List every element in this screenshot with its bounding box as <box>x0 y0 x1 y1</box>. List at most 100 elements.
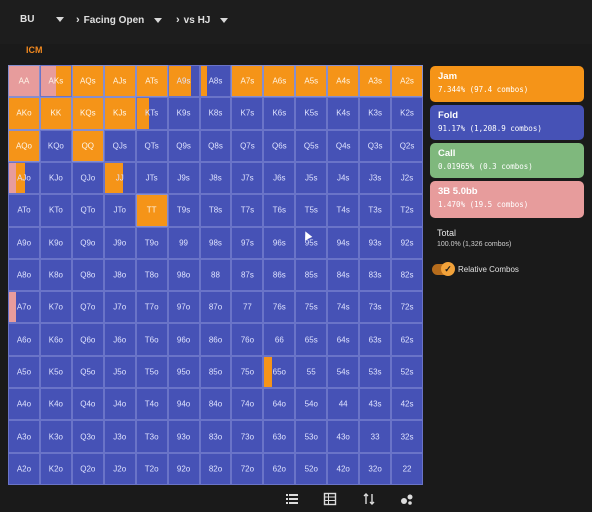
hand-cell[interactable]: A8s <box>199 65 232 98</box>
hand-cell[interactable]: K3s <box>359 97 392 130</box>
hand-cell[interactable]: Q6o <box>71 323 104 356</box>
hand-cell[interactable]: 72s <box>391 291 423 324</box>
hand-cell[interactable]: J3s <box>359 161 392 195</box>
hand-cell[interactable]: 75o <box>231 355 264 389</box>
hand-cell[interactable]: Q9o <box>71 226 104 259</box>
hand-cell[interactable]: 52s <box>391 355 423 389</box>
hand-cell[interactable]: 65o <box>263 355 296 389</box>
vs-dropdown[interactable]: › vs HJ <box>176 14 229 26</box>
hand-cell[interactable]: AA <box>8 65 40 98</box>
hand-cell[interactable]: 73s <box>359 291 392 324</box>
hand-cell[interactable]: K4o <box>39 388 72 421</box>
hand-cell[interactable]: AJs <box>103 65 136 98</box>
hand-cell[interactable]: QTs <box>135 129 168 162</box>
hand-cell[interactable]: 95s <box>295 226 328 259</box>
hand-cell[interactable]: ATs <box>135 65 168 98</box>
hand-cell[interactable]: Q9s <box>167 129 200 162</box>
hand-cell[interactable]: J2s <box>391 161 423 195</box>
hand-cell[interactable]: J7o <box>103 291 136 324</box>
hand-cell[interactable]: T7o <box>135 291 168 324</box>
hand-cell[interactable]: 66 <box>263 323 296 356</box>
hand-cell[interactable]: 95o <box>167 355 200 389</box>
hand-cell[interactable]: 74o <box>231 388 264 421</box>
hand-cell[interactable]: A6s <box>263 65 296 98</box>
hand-cell[interactable]: J4o <box>103 388 136 421</box>
hand-cell[interactable]: 83o <box>199 420 232 453</box>
hand-cell[interactable]: 84o <box>199 388 232 421</box>
hand-cell[interactable]: QQ <box>71 129 104 162</box>
hand-cell[interactable]: T2s <box>391 194 423 227</box>
hand-cell[interactable]: J5o <box>103 355 136 389</box>
hand-cell[interactable]: T3s <box>359 194 392 227</box>
legend-fold[interactable]: Fold 91.17% (1,208.9 combos) <box>430 105 584 140</box>
legend-call[interactable]: Call 0.01965% (0.3 combos) <box>430 143 584 178</box>
hand-cell[interactable]: A4s <box>327 65 360 98</box>
hand-cell[interactable]: KJo <box>39 161 72 195</box>
hand-cell[interactable]: KK <box>39 97 72 130</box>
hand-cell[interactable]: 63o <box>263 420 296 453</box>
hand-cell[interactable]: 72o <box>231 452 264 485</box>
hand-cell[interactable]: 98s <box>199 226 232 259</box>
hand-cell[interactable]: 97s <box>231 226 264 259</box>
hand-cell[interactable]: K5s <box>295 97 328 130</box>
hand-cell[interactable]: 54o <box>295 388 328 421</box>
hand-cell[interactable]: 86s <box>263 258 296 292</box>
hand-cell[interactable]: T4o <box>135 388 168 421</box>
hand-cell[interactable]: 43o <box>327 420 360 453</box>
hand-cell[interactable]: 85o <box>199 355 232 389</box>
action-dropdown[interactable]: › Facing Open <box>76 14 163 26</box>
hand-cell[interactable]: Q4s <box>327 129 360 162</box>
hand-cell[interactable]: 93o <box>167 420 200 453</box>
hand-cell[interactable]: 92o <box>167 452 200 485</box>
hand-cell[interactable]: 62s <box>391 323 423 356</box>
hand-cell[interactable]: J2o <box>103 452 136 485</box>
hand-cell[interactable]: J3o <box>103 420 136 453</box>
hand-cell[interactable]: 73o <box>231 420 264 453</box>
hand-cell[interactable]: K6o <box>39 323 72 356</box>
hand-cell[interactable]: 22 <box>391 452 423 485</box>
hand-cell[interactable]: A6o <box>8 323 40 356</box>
hand-cell[interactable]: T5s <box>295 194 328 227</box>
hand-cell[interactable]: 77 <box>231 291 264 324</box>
hand-cell[interactable]: 83s <box>359 258 392 292</box>
hand-cell[interactable]: 87s <box>231 258 264 292</box>
hand-cell[interactable]: Q8o <box>71 258 104 292</box>
hand-cell[interactable]: K4s <box>327 97 360 130</box>
hand-cell[interactable]: 76o <box>231 323 264 356</box>
hand-cell[interactable]: 42o <box>327 452 360 485</box>
hand-cell[interactable]: A7s <box>231 65 264 98</box>
hand-cell[interactable]: Q7s <box>231 129 264 162</box>
hand-cell[interactable]: T6s <box>263 194 296 227</box>
hand-cell[interactable]: JTs <box>135 161 168 195</box>
hand-cell[interactable]: AQo <box>8 129 40 162</box>
hand-cell[interactable]: TT <box>135 194 168 227</box>
hand-cell[interactable]: K8s <box>199 97 232 130</box>
hand-cell[interactable]: Q8s <box>199 129 232 162</box>
hand-cell[interactable]: 32s <box>391 420 423 453</box>
hand-cell[interactable]: 44 <box>327 388 360 421</box>
hand-cell[interactable]: 33 <box>359 420 392 453</box>
hand-cell[interactable]: A3o <box>8 420 40 453</box>
hand-cell[interactable]: 53o <box>295 420 328 453</box>
hand-cell[interactable]: 94o <box>167 388 200 421</box>
hand-cell[interactable]: 88 <box>199 258 232 292</box>
sort-icon[interactable] <box>362 492 376 506</box>
legend-jam[interactable]: Jam 7.344% (97.4 combos) <box>430 66 584 102</box>
hand-cell[interactable]: A4o <box>8 388 40 421</box>
hand-cell[interactable]: A3s <box>359 65 392 98</box>
hand-cell[interactable]: 62o <box>263 452 296 485</box>
hand-cell[interactable]: A8o <box>8 258 40 292</box>
hand-cell[interactable]: K8o <box>39 258 72 292</box>
hand-cell[interactable]: 74s <box>327 291 360 324</box>
hand-cell[interactable]: T4s <box>327 194 360 227</box>
hand-cell[interactable]: J9o <box>103 226 136 259</box>
hand-cell[interactable]: 32o <box>359 452 392 485</box>
hand-cell[interactable]: T7s <box>231 194 264 227</box>
hand-cell[interactable]: K7s <box>231 97 264 130</box>
hand-cell[interactable]: Q2o <box>71 452 104 485</box>
hand-cell[interactable]: A9s <box>167 65 200 98</box>
hand-cell[interactable]: K6s <box>263 97 296 130</box>
hand-cell[interactable]: A2s <box>391 65 423 98</box>
hand-cell[interactable]: 63s <box>359 323 392 356</box>
hand-cell[interactable]: Q7o <box>71 291 104 324</box>
